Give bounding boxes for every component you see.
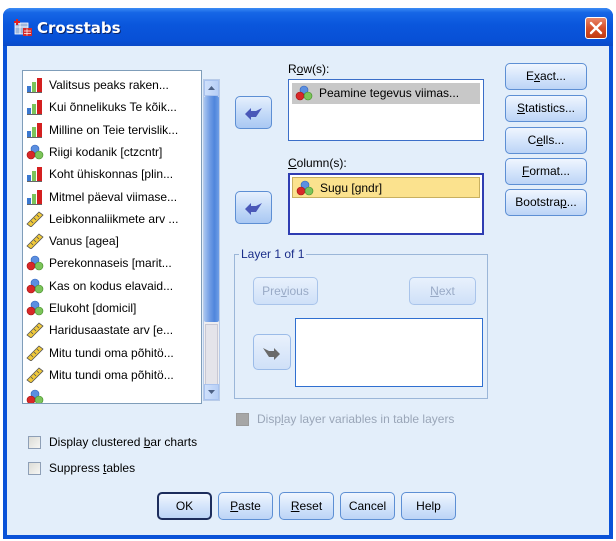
move-to-columns-button[interactable] (235, 191, 272, 224)
cancel-button[interactable]: Cancel (340, 492, 395, 520)
layer-title: Layer 1 of 1 (239, 247, 307, 261)
layer-list[interactable] (295, 318, 483, 387)
scroll-up-button[interactable] (204, 80, 219, 96)
clustered-bar-charts-checkbox[interactable] (28, 436, 41, 449)
suppress-tables-label[interactable]: Suppress tables (49, 461, 135, 475)
crosstabs-app-icon (14, 19, 32, 36)
scale-icon (26, 367, 44, 383)
scroll-track[interactable] (205, 324, 218, 385)
columns-list-item[interactable]: Sugu [gndr] (292, 177, 480, 198)
close-icon (589, 21, 603, 35)
scroll-down-button[interactable] (204, 384, 219, 400)
nominal-icon (295, 85, 313, 101)
variable-label: Haridusaastate arv [e... (49, 323, 174, 338)
variable-label: Vanus [agea] (49, 234, 119, 249)
nominal-icon (26, 389, 44, 403)
cells-button[interactable]: Cells... (505, 127, 587, 154)
rows-list[interactable]: Peamine tegevus viimas... (288, 79, 484, 141)
scale-icon (26, 211, 44, 227)
display-layer-variables-label: Display layer variables in table layers (257, 412, 455, 426)
scale-icon (26, 322, 44, 339)
variable-label: Milline on Teie tervislik... (49, 122, 179, 137)
display-layer-variables-checkbox[interactable] (236, 413, 249, 426)
chevron-up-icon (208, 86, 215, 90)
rows-item-label: Peamine tegevus viimas... (319, 86, 460, 100)
move-to-layer-button[interactable] (253, 334, 291, 370)
nominal-icon (26, 278, 44, 293)
variable-label: Riigi kodanik [ctzcntr] (49, 144, 163, 159)
chevron-down-icon (208, 390, 215, 394)
arrow-left-icon (245, 108, 262, 120)
nominal-icon (26, 256, 44, 271)
format-button[interactable]: Format... (505, 158, 587, 185)
variable-label: Mitmel päeval viimase... (49, 189, 178, 204)
rows-label: Row(s): (288, 62, 330, 76)
next-layer-button[interactable]: Next (409, 277, 476, 305)
statistics-button[interactable]: Statistics... (505, 95, 587, 122)
variable-label: Koht ühiskonnas [plin... (49, 167, 174, 182)
variable-label: Elukoht [domicil] (49, 301, 137, 315)
columns-label: Column(s): (288, 156, 347, 170)
ordinal-icon (27, 189, 42, 205)
title-bar[interactable]: Crosstabs (3, 8, 613, 46)
ordinal-icon (27, 78, 42, 93)
nominal-icon (26, 144, 44, 160)
variable-label: Kas on kodus elavaid... (49, 278, 174, 293)
clustered-bar-charts-label[interactable]: Display clustered bar charts (49, 435, 197, 449)
source-variable-list[interactable]: Valitsus peaks raken... Kui õnnelikuks Te… (22, 70, 202, 404)
arrow-right-icon (263, 348, 280, 360)
columns-item-label: Sugu [gndr] (320, 181, 383, 195)
nominal-icon (26, 300, 44, 316)
suppress-tables-checkbox[interactable] (28, 462, 41, 475)
exact-button[interactable]: Exact... (505, 63, 587, 90)
move-to-rows-button[interactable] (235, 96, 272, 129)
scale-icon (26, 233, 44, 250)
nominal-icon (296, 180, 314, 196)
ordinal-icon (27, 167, 42, 183)
ok-button[interactable]: OK (157, 492, 212, 520)
variable-label: Mitu tundi oma põhitö... (49, 345, 174, 360)
rows-list-item[interactable]: Peamine tegevus viimas... (292, 83, 480, 104)
reset-button[interactable]: Reset (279, 492, 334, 520)
previous-layer-button[interactable]: Previous (253, 277, 318, 305)
variable-label: Leibkonnaliikmete arv ... (49, 211, 179, 226)
close-button[interactable] (585, 17, 607, 39)
variable-list-scrollbar[interactable] (203, 79, 220, 401)
scroll-thumb[interactable] (204, 96, 219, 322)
variable-label: Perekonnaseis [marit... (49, 256, 172, 271)
variable-label: Kui õnnelikuks Te kõik... (49, 100, 177, 115)
ordinal-icon (27, 122, 42, 138)
ordinal-icon (27, 100, 42, 116)
columns-list[interactable]: Sugu [gndr] (288, 173, 484, 235)
arrow-left-icon (245, 203, 262, 215)
variable-label: Mitu tundi oma põhitö... (49, 367, 174, 382)
help-button[interactable]: Help (401, 492, 456, 520)
window-title: Crosstabs (37, 19, 121, 37)
paste-button[interactable]: Paste (218, 492, 273, 520)
bootstrap-button[interactable]: Bootstrap... (505, 189, 587, 216)
variable-label: Valitsus peaks raken... (49, 78, 169, 92)
scale-icon (26, 345, 44, 361)
